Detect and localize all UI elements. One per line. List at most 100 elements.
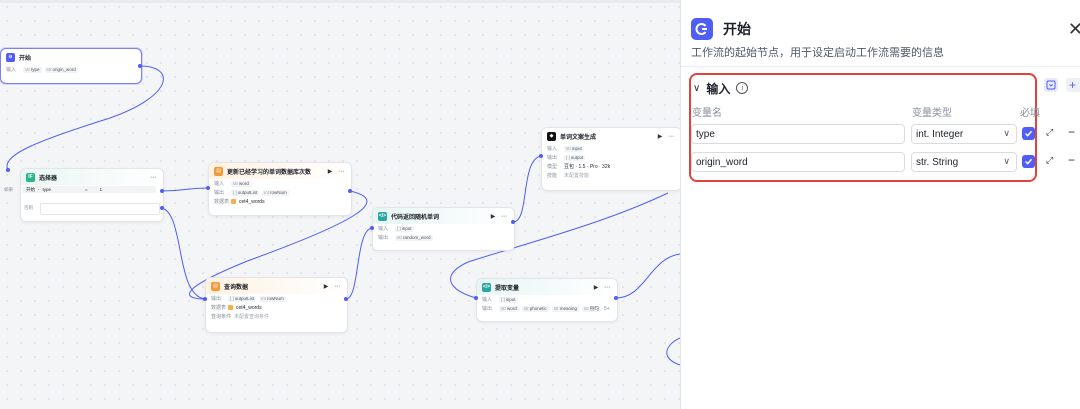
panel-title: 开始 <box>723 21 751 37</box>
start-icon <box>691 18 713 40</box>
edge-bottom-right <box>666 337 680 366</box>
run-more-icons[interactable]: ▶ ⋯ <box>324 283 342 290</box>
variable-name-value: type <box>696 128 715 140</box>
chevron-down-icon[interactable]: ∨ <box>693 83 700 94</box>
node-config-panel: 开始 ✕ 工作流的起始节点，用于设定启动工作流需要的信息 ∨ 输入 i <box>680 0 1080 409</box>
port[interactable] <box>160 206 164 210</box>
port[interactable] <box>614 296 618 300</box>
port[interactable] <box>160 189 164 193</box>
run-more-icons[interactable]: ▶ ⋯ <box>658 133 676 140</box>
node-start-header: ⊖ 开始 <box>1 49 141 65</box>
node-llm-header: ◆ 单词文案生成 ▶ ⋯ <box>542 128 680 144</box>
collapse-icon[interactable] <box>1044 78 1058 92</box>
col-header-name: 变量名 <box>692 108 722 119</box>
section-title: 输入 <box>706 81 731 96</box>
panel-description: 工作流的起始节点，用于设定启动工作流需要的信息 <box>691 47 944 59</box>
row-output: 输出 [ ] outputList int rowNum <box>214 189 289 196</box>
row-db: 数据表 cet4_words <box>214 198 265 206</box>
variable-type-value: int. Integer <box>916 128 964 140</box>
info-icon[interactable]: i <box>736 82 749 94</box>
cond-var: type <box>42 187 52 192</box>
cond-sep: - <box>38 187 40 192</box>
more-count: 5+ <box>604 305 610 312</box>
node-update-db[interactable]: ▤ 更新已经学习的单词数据库次数 ▶ ⋯ 输入 str word 输出 [ ] out… <box>208 162 352 216</box>
port[interactable] <box>370 226 374 230</box>
run-more-icons[interactable]: ▶ ⋯ <box>594 284 612 291</box>
db-icon <box>231 199 236 204</box>
required-checkbox[interactable] <box>1022 127 1035 140</box>
row-model: 模型 豆包 · 1.5 · Pro · 32k <box>547 164 611 170</box>
edge-code-llm <box>512 155 542 223</box>
row-input: 输入[ ] input <box>378 225 414 232</box>
remove-variable-icon[interactable]: − <box>1068 125 1075 139</box>
port[interactable] <box>203 297 207 301</box>
row-output: 输出 [ ] outputList int rowNum <box>211 295 286 302</box>
node-query-header: ▤ 查询数据 ▶ ⋯ <box>206 278 347 294</box>
variable-name-input[interactable]: origin_word <box>691 152 905 172</box>
db-icon <box>228 305 233 310</box>
if-label: 如果 <box>4 186 13 192</box>
node-selector-header: IF 选择器 ⋯ <box>21 169 163 185</box>
input-section-header[interactable]: ∨ 输入 i <box>693 78 749 98</box>
port[interactable] <box>344 297 348 301</box>
port[interactable] <box>474 296 478 300</box>
variable-name-value: origin_word <box>696 156 748 168</box>
selector-else[interactable] <box>40 203 160 215</box>
variable-type-select[interactable]: int. Integer ∨ <box>911 124 1017 144</box>
edge-extract-right <box>615 253 680 299</box>
database-icon: ▤ <box>211 281 220 291</box>
expand-icon[interactable]: ⤢ <box>1046 155 1053 166</box>
run-more-icons[interactable]: ▶ ⋯ <box>491 213 509 220</box>
node-title: 代码返回随机单词 <box>391 214 440 221</box>
col-header-required: 必填 <box>1020 108 1040 119</box>
if-icon: IF <box>26 172 35 182</box>
required-checkbox[interactable] <box>1022 155 1035 168</box>
node-code-random[interactable]: </> 代码返回随机单词 ▶ ⋯ 输入[ ] input 输出 str random_… <box>372 207 515 251</box>
variable-type-select[interactable]: str. String ∨ <box>911 152 1017 172</box>
port-start-out[interactable] <box>138 64 142 68</box>
code-icon: </> <box>378 211 387 221</box>
col-header-type: 变量类型 <box>912 108 952 119</box>
row-input: 输入[ ] input <box>482 296 518 303</box>
row-input: 输入 str input <box>547 145 584 152</box>
node-query-db[interactable]: ▤ 查询数据 ▶ ⋯ 输出 [ ] outputList int rowNum 数据… <box>205 277 348 333</box>
port[interactable] <box>539 154 543 158</box>
row-skill: 技能 未配置技能 <box>547 173 590 179</box>
chevron-down-icon: ∨ <box>1003 128 1010 138</box>
close-icon[interactable]: ✕ <box>1068 16 1080 42</box>
more-icon[interactable]: ⋯ <box>150 174 158 181</box>
else-label: 否则 <box>24 205 33 210</box>
add-variable-button[interactable]: + <box>1066 78 1080 92</box>
port[interactable] <box>6 168 10 172</box>
node-start[interactable]: ⊖ 开始 输入 str type str origin_word <box>0 48 142 84</box>
row-cond: 查询条件 未配置查询条件 <box>211 314 270 320</box>
node-llm[interactable]: ◆ 单词文案生成 ▶ ⋯ 输入 str input 输出[ ] output 模型 豆包… <box>541 127 680 191</box>
node-title: 开始 <box>19 55 32 62</box>
node-start-params: 输入 str type str origin_word <box>1 65 141 74</box>
variable-type-value: str. String <box>916 156 959 168</box>
port[interactable] <box>511 220 515 224</box>
cond-node-ref: 开始 <box>26 186 35 192</box>
chevron-down-icon: ∨ <box>1003 156 1010 166</box>
variable-name-input[interactable]: type <box>691 124 905 144</box>
row-db: 数据表 cet4_words <box>211 304 262 312</box>
node-update-header: ▤ 更新已经学习的单词数据库次数 ▶ ⋯ <box>209 163 351 179</box>
row-output: 输出[ ] output <box>547 154 586 161</box>
expand-icon[interactable]: ⤢ <box>1046 127 1053 138</box>
divider <box>681 66 1080 67</box>
port[interactable] <box>348 189 352 193</box>
run-more-icons[interactable]: ▶ ⋯ <box>328 168 346 175</box>
edge-selector-query <box>161 207 206 300</box>
panel-header: 开始 ✕ <box>691 16 1080 42</box>
row-input: 输入 str word <box>214 180 251 187</box>
param-tag: str type <box>23 66 42 73</box>
node-title: 提取变量 <box>495 285 520 292</box>
node-extract-header: </> 提取变量 ▶ ⋯ <box>477 279 617 295</box>
port[interactable] <box>206 186 210 190</box>
param-tag: str origin_word <box>44 66 78 73</box>
workflow-canvas[interactable]: ⊖ 开始 输入 str type str origin_word IF 选择器 ⋯ … <box>0 0 680 409</box>
selector-condition[interactable]: 如果 开始 - type = 1 <box>4 186 156 193</box>
remove-variable-icon[interactable]: − <box>1068 153 1075 167</box>
node-extract[interactable]: </> 提取变量 ▶ ⋯ 输入[ ] input 输出 str word str ph… <box>476 278 618 322</box>
database-icon: ▤ <box>214 166 223 176</box>
